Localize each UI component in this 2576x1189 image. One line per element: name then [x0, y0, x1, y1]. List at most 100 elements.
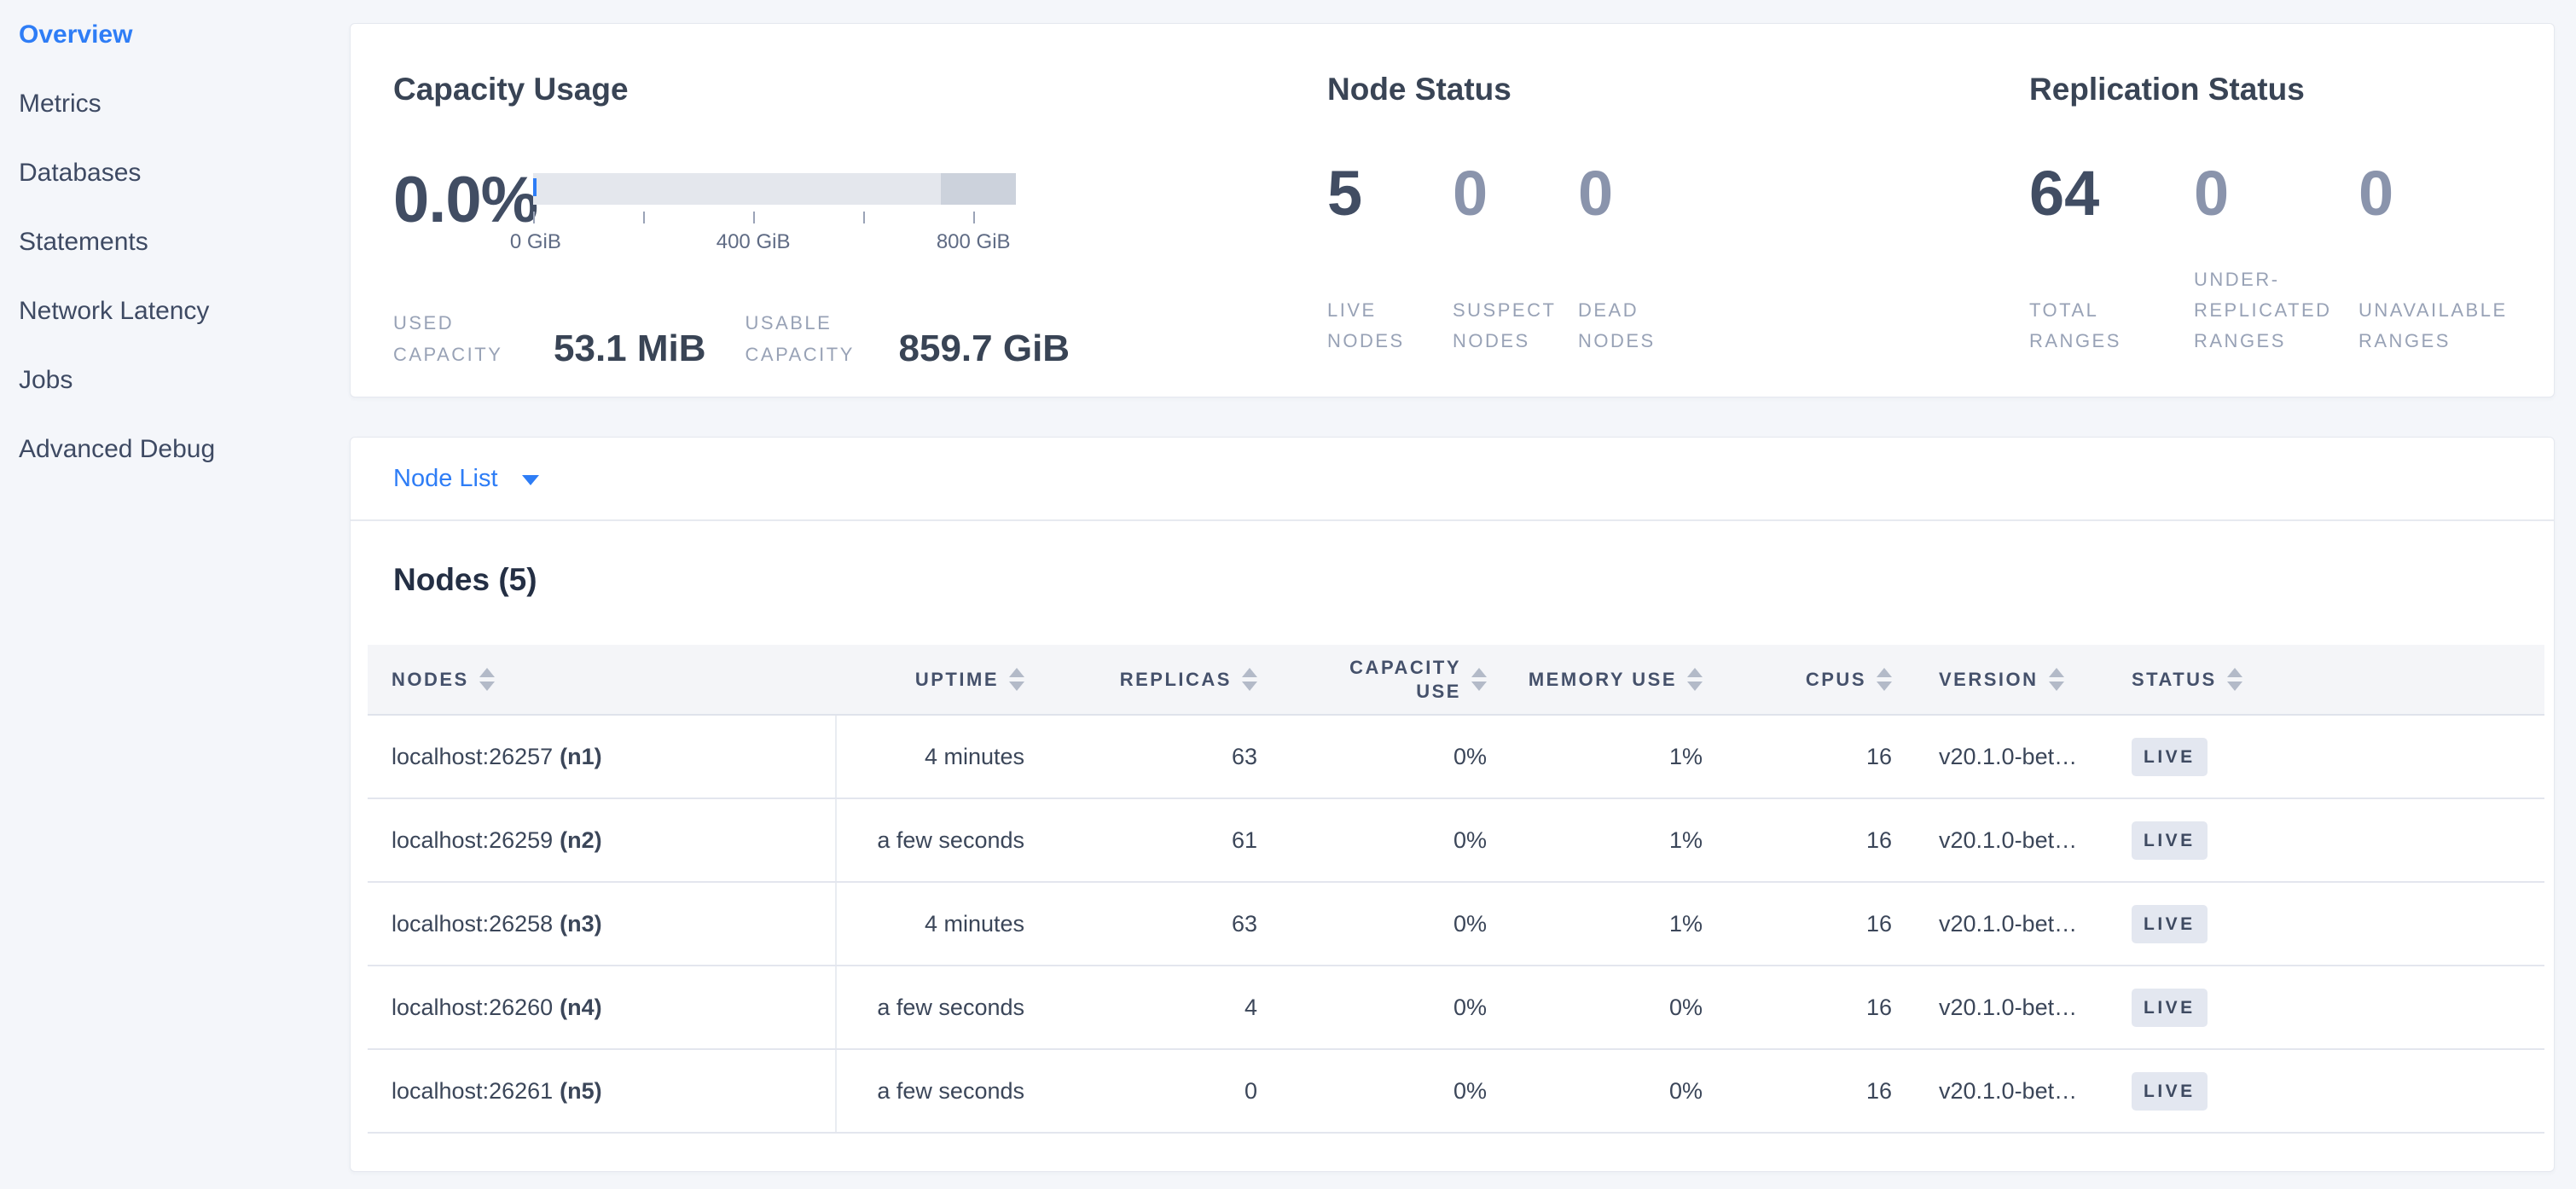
suspect-nodes-value: 0 — [1453, 160, 1578, 227]
memory-cell: 1% — [1487, 911, 1703, 937]
capacity-cell: 0% — [1257, 995, 1487, 1021]
node-list-card: Node List Nodes (5) NODES UPTIME REPLICA… — [350, 437, 2555, 1172]
memory-cell: 0% — [1487, 1078, 1703, 1105]
sidebar-item-overview[interactable]: Overview — [0, 0, 341, 69]
usable-capacity-value: 859.7 GiB — [899, 328, 1070, 370]
column-label: STATUS — [2132, 669, 2217, 691]
axis-label-0gib: 0 GiB — [510, 230, 561, 254]
cpus-cell: 16 — [1703, 744, 1892, 770]
capacity-cell: 0% — [1257, 827, 1487, 854]
status-cell: LIVE — [2127, 1072, 2544, 1111]
status-cell: LIVE — [2127, 989, 2544, 1027]
column-header-version[interactable]: VERSION — [1892, 668, 2127, 691]
table-row-node-2[interactable]: localhost:26259 (n2) a few seconds 61 0%… — [368, 799, 2544, 883]
sidebar-item-jobs[interactable]: Jobs — [0, 345, 341, 415]
total-ranges-label: TOTAL RANGES — [2029, 295, 2170, 357]
total-ranges-stat: 64 TOTAL RANGES — [2029, 160, 2194, 357]
sidebar-item-metrics[interactable]: Metrics — [0, 69, 341, 138]
live-nodes-stat: 5 LIVE NODES — [1327, 160, 1453, 357]
replication-status-stats: 64 TOTAL RANGES 0 UNDER-REPLICATED RANGE… — [2029, 160, 2523, 357]
node-list-dropdown[interactable]: Node List — [351, 438, 2554, 521]
column-label: NODES — [392, 669, 469, 691]
replicas-cell: 4 — [1024, 995, 1257, 1021]
column-header-uptime[interactable]: UPTIME — [837, 668, 1024, 691]
axis-label-800gib: 800 GiB — [937, 230, 1011, 254]
memory-cell: 1% — [1487, 827, 1703, 854]
unavailable-ranges-value: 0 — [2358, 160, 2523, 227]
uptime-cell: a few seconds — [837, 1078, 1024, 1105]
status-badge: LIVE — [2132, 738, 2208, 776]
capacity-cell: 0% — [1257, 911, 1487, 937]
sort-icon — [1877, 668, 1892, 691]
column-header-nodes[interactable]: NODES — [368, 668, 837, 691]
capacity-cell: 0% — [1257, 744, 1487, 770]
node-id: (n3) — [560, 911, 602, 937]
suspect-nodes-label: SUSPECT NODES — [1453, 295, 1564, 357]
column-header-replicas[interactable]: REPLICAS — [1024, 668, 1257, 691]
status-badge: LIVE — [2132, 989, 2208, 1027]
capacity-percent-value: 0.0% — [393, 165, 537, 235]
axis-tick — [753, 212, 755, 223]
column-label: CAPACITY USE — [1333, 656, 1461, 704]
cpus-cell: 16 — [1703, 827, 1892, 854]
table-row-node-1[interactable]: localhost:26257 (n1) 4 minutes 63 0% 1% … — [368, 716, 2544, 799]
node-list-dropdown-label: Node List — [393, 465, 498, 493]
under-replicated-value: 0 — [2194, 160, 2358, 227]
node-address-cell[interactable]: localhost:26261 (n5) — [368, 1050, 837, 1132]
node-address-cell[interactable]: localhost:26257 (n1) — [368, 716, 837, 798]
sidebar-item-statements[interactable]: Statements — [0, 207, 341, 276]
node-address-cell[interactable]: localhost:26258 (n3) — [368, 883, 837, 965]
axis-tick — [973, 212, 975, 223]
status-badge: LIVE — [2132, 905, 2208, 943]
node-address: localhost:26261 — [392, 1078, 553, 1105]
axis-tick — [863, 212, 865, 223]
sidebar-item-databases[interactable]: Databases — [0, 138, 341, 207]
memory-cell: 0% — [1487, 995, 1703, 1021]
sidebar-item-network-latency[interactable]: Network Latency — [0, 276, 341, 345]
suspect-nodes-stat: 0 SUSPECT NODES — [1453, 160, 1578, 357]
replication-status-title: Replication Status — [2029, 70, 2305, 109]
column-header-memory-use[interactable]: MEMORY USE — [1487, 668, 1703, 691]
status-cell: LIVE — [2127, 738, 2544, 776]
table-row-node-5[interactable]: localhost:26261 (n5) a few seconds 0 0% … — [368, 1050, 2544, 1134]
version-cell: v20.1.0-bet… — [1892, 1078, 2127, 1105]
axis-tick — [533, 212, 535, 223]
node-id: (n1) — [560, 744, 602, 770]
total-ranges-value: 64 — [2029, 160, 2194, 227]
replicas-cell: 0 — [1024, 1078, 1257, 1105]
used-capacity-value: 53.1 MiB — [554, 328, 706, 370]
uptime-cell: 4 minutes — [837, 911, 1024, 937]
replicas-cell: 63 — [1024, 911, 1257, 937]
table-row-node-4[interactable]: localhost:26260 (n4) a few seconds 4 0% … — [368, 966, 2544, 1050]
nodes-table: NODES UPTIME REPLICAS CAPACITY USE MEMOR… — [368, 645, 2544, 1134]
node-address-cell[interactable]: localhost:26259 (n2) — [368, 799, 837, 881]
column-label: CPUS — [1806, 669, 1866, 691]
column-header-cpus[interactable]: CPUS — [1703, 668, 1892, 691]
uptime-cell: a few seconds — [837, 827, 1024, 854]
node-address-cell[interactable]: localhost:26260 (n4) — [368, 966, 837, 1048]
column-label: MEMORY USE — [1529, 669, 1677, 691]
cluster-overview-page: Overview Metrics Databases Statements Ne… — [0, 0, 2576, 1189]
sidebar: Overview Metrics Databases Statements Ne… — [0, 0, 341, 1189]
capacity-usage-title: Capacity Usage — [393, 70, 629, 109]
capacity-bar-dark-segment — [941, 173, 1016, 205]
cpus-cell: 16 — [1703, 995, 1892, 1021]
table-row-node-3[interactable]: localhost:26258 (n3) 4 minutes 63 0% 1% … — [368, 883, 2544, 966]
node-id: (n2) — [560, 827, 602, 854]
node-id: (n4) — [560, 995, 602, 1021]
unavailable-ranges-stat: 0 UNAVAILABLE RANGES — [2358, 160, 2523, 357]
sidebar-item-advanced-debug[interactable]: Advanced Debug — [0, 415, 341, 484]
cpus-cell: 16 — [1703, 911, 1892, 937]
column-header-status[interactable]: STATUS — [2127, 668, 2544, 691]
version-cell: v20.1.0-bet… — [1892, 995, 2127, 1021]
usable-capacity-label: USABLE CAPACITY — [746, 307, 875, 370]
capacity-axis-labels: 0 GiB 400 GiB 800 GiB — [533, 230, 1016, 256]
status-badge: LIVE — [2132, 1072, 2208, 1111]
axis-tick — [643, 212, 645, 223]
capacity-cell: 0% — [1257, 1078, 1487, 1105]
dead-nodes-label: DEAD NODES — [1578, 295, 1689, 357]
under-replicated-ranges-stat: 0 UNDER-REPLICATED RANGES — [2194, 160, 2358, 357]
column-header-capacity-use[interactable]: CAPACITY USE — [1257, 656, 1487, 704]
node-address: localhost:26257 — [392, 744, 553, 770]
replicas-cell: 63 — [1024, 744, 1257, 770]
